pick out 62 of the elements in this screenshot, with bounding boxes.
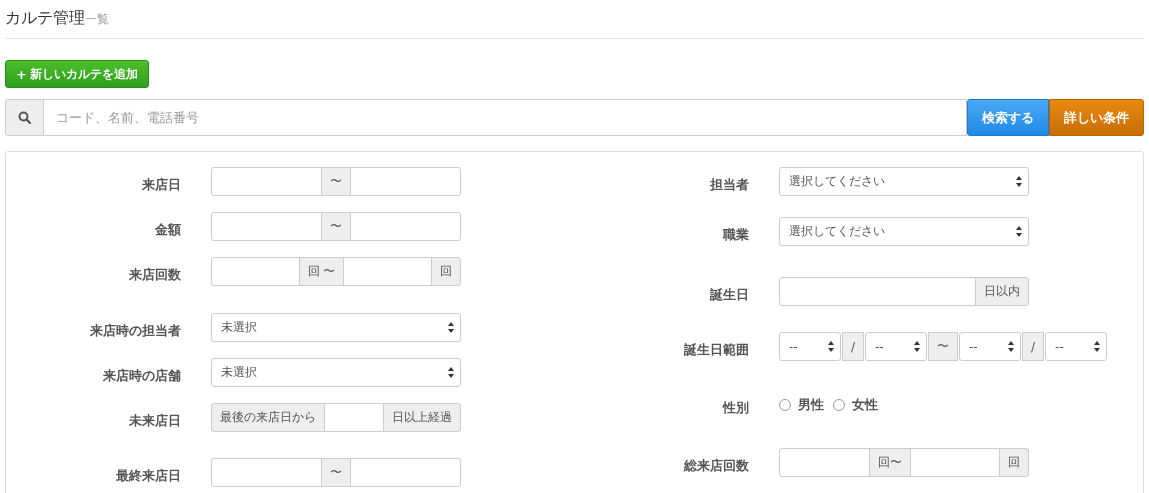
input-addon: 最後の来店日から <box>211 403 325 432</box>
input-field[interactable] <box>211 167 322 196</box>
select-field[interactable]: 未選択 <box>211 358 461 387</box>
field-label: 職業 <box>722 225 749 244</box>
input-addon: 回 <box>431 257 461 286</box>
input-field[interactable] <box>350 458 461 487</box>
input-field[interactable] <box>350 212 461 241</box>
radio-button[interactable] <box>779 399 791 411</box>
input-addon: 〜 <box>321 212 351 241</box>
updown-icon <box>828 341 834 352</box>
input-addon: / <box>1022 332 1045 361</box>
radio-button[interactable] <box>833 399 845 411</box>
search-icon <box>18 111 31 124</box>
field-label: 総来店回数 <box>683 456 749 475</box>
updown-icon <box>1094 341 1101 352</box>
field-label: 誕生日範囲 <box>683 340 749 359</box>
page-subtitle: 一覧 <box>85 12 109 28</box>
field-label: 金額 <box>154 220 181 239</box>
select-field[interactable]: 選択してください <box>779 167 1029 196</box>
select-field[interactable]: 選択してください <box>779 217 1029 246</box>
updown-icon <box>1016 226 1022 237</box>
input-addon: 回 〜 <box>298 257 345 286</box>
field-label: 来店時の店舗 <box>102 366 181 385</box>
updown-icon <box>448 322 454 333</box>
input-field[interactable] <box>211 458 322 487</box>
field-label: 性別 <box>721 399 749 417</box>
field-label: 来店回数 <box>128 265 181 284</box>
select-field[interactable]: -- <box>865 332 927 361</box>
input-field[interactable] <box>350 167 461 196</box>
input-addon: 〜 <box>928 332 958 361</box>
select-field[interactable]: -- <box>779 332 841 361</box>
updown-icon <box>914 341 920 352</box>
input-field[interactable] <box>324 403 384 432</box>
input-field[interactable] <box>211 212 322 241</box>
input-addon: 日以内 <box>975 277 1029 306</box>
input-addon: / <box>842 332 865 361</box>
input-addon: 〜 <box>321 458 351 487</box>
field-label: 誕生日 <box>709 285 749 304</box>
input-addon: 回〜 <box>868 448 911 477</box>
search-field[interactable]: コード、名前、電話番号 <box>44 99 967 136</box>
input-field[interactable] <box>909 448 1000 477</box>
select-field[interactable]: -- <box>959 332 1021 361</box>
input-field[interactable] <box>779 448 870 477</box>
updown-icon <box>1016 176 1022 187</box>
input-addon: 回 <box>999 448 1029 477</box>
field-label: 未来店日 <box>128 411 181 430</box>
field-label: 来店時の担当者 <box>89 321 181 340</box>
input-field[interactable] <box>211 257 300 286</box>
field-label: 来店日 <box>141 175 181 194</box>
page-title: カルテ管理 <box>5 8 85 29</box>
select-field[interactable]: -- <box>1045 332 1108 361</box>
radio-label: 男性 <box>798 396 824 414</box>
field-label: 最終来店日 <box>115 466 181 485</box>
field-label: 担当者 <box>709 175 749 194</box>
select-field[interactable]: 未選択 <box>211 313 461 342</box>
radio-label: 女性 <box>852 396 878 414</box>
input-field[interactable] <box>779 277 976 306</box>
input-addon: 〜 <box>321 167 351 196</box>
input-addon: 日以上経過 <box>383 403 461 432</box>
input-field[interactable] <box>343 257 432 286</box>
updown-icon <box>448 367 454 378</box>
updown-icon <box>1008 341 1014 352</box>
